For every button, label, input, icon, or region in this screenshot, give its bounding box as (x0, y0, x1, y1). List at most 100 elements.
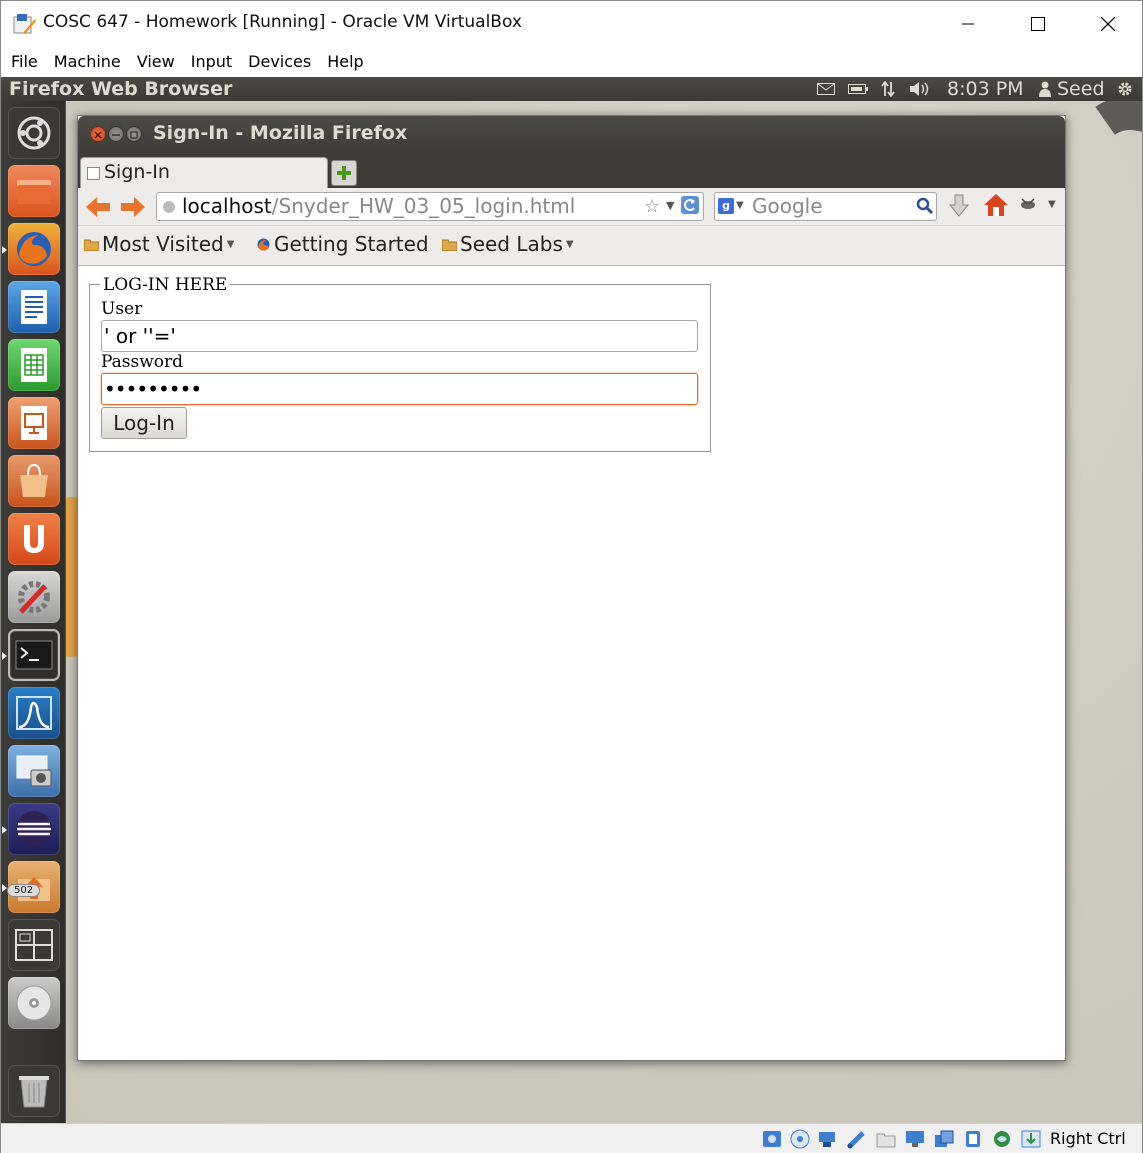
screenshot-icon[interactable] (8, 745, 60, 797)
bookmark-most-visited[interactable]: Most Visited ▼ (84, 232, 234, 256)
user-label: User (101, 299, 143, 319)
download-icon[interactable] (948, 193, 970, 219)
eclipse-icon[interactable] (8, 803, 60, 855)
google-engine-icon[interactable]: g (718, 198, 734, 214)
bookmark-getting-started[interactable]: Getting Started (256, 232, 429, 256)
ff-maximize-button[interactable] (126, 126, 142, 142)
back-button[interactable] (84, 194, 112, 224)
toolbar-overflow-dropdown-icon[interactable]: ▼ (1048, 199, 1056, 210)
search-bar[interactable]: g ▼ Google (714, 192, 937, 221)
menu-help[interactable]: Help (319, 47, 371, 77)
new-tab-button[interactable] (331, 160, 357, 186)
dash-home-icon[interactable] (8, 107, 60, 159)
tab-label: Sign-In (104, 161, 170, 183)
running-indicator (2, 246, 7, 254)
bookmark-label: Most Visited (102, 232, 224, 256)
software-center-icon[interactable] (8, 455, 60, 507)
firefox-window: Sign-In - Mozilla Firefox Sign-In localh… (77, 115, 1066, 1061)
menu-view[interactable]: View (129, 47, 183, 77)
cd-drive-icon[interactable] (8, 977, 60, 1029)
usb-icon[interactable] (846, 1129, 868, 1149)
vt-icon[interactable] (991, 1129, 1013, 1149)
mouse-integration-icon[interactable] (1020, 1129, 1042, 1149)
firefox-favicon-icon (257, 238, 270, 251)
firefox-icon[interactable] (8, 223, 60, 275)
menu-file[interactable]: File (3, 47, 46, 77)
user-input[interactable]: ' or ''=' (101, 320, 698, 352)
minimize-button[interactable] (933, 1, 1003, 47)
search-engine-dropdown-icon[interactable]: ▼ (736, 200, 744, 211)
bookmark-star-icon[interactable]: ☆ (644, 196, 660, 217)
search-placeholder: Google (752, 194, 823, 218)
ubuntu-one-icon[interactable] (8, 513, 60, 565)
running-indicator (2, 652, 7, 660)
bookmark-seed-labs[interactable]: Seed Labs ▼ (442, 232, 574, 256)
window-title: COSC 647 - Homework [Running] - Oracle V… (43, 12, 522, 32)
terminal-icon[interactable] (8, 629, 60, 681)
menu-input[interactable]: Input (183, 47, 240, 77)
active-app-title: Firefox Web Browser (9, 78, 233, 100)
menu-machine[interactable]: Machine (46, 47, 129, 77)
minimize-icon (112, 134, 120, 136)
impress-icon[interactable] (8, 397, 60, 449)
hdd-icon[interactable] (761, 1129, 783, 1149)
battery-icon[interactable] (846, 77, 870, 101)
running-indicator (2, 826, 7, 834)
files-icon[interactable] (8, 165, 60, 217)
calc-icon[interactable] (8, 339, 60, 391)
guest-display[interactable]: Firefox Web Browser 8:03 PM Seed 502 Sig… (1, 77, 1142, 1123)
close-button[interactable] (1073, 1, 1143, 47)
addon-icon[interactable] (1019, 196, 1037, 212)
tab-sign-in[interactable]: Sign-In (80, 157, 328, 188)
display-icon[interactable] (904, 1129, 926, 1149)
network-icon[interactable] (877, 77, 899, 101)
folder-icon (442, 239, 457, 251)
page-favicon-icon (87, 167, 100, 180)
volume-icon[interactable] (907, 77, 933, 101)
firefox-titlebar[interactable]: Sign-In - Mozilla Firefox (78, 116, 1065, 154)
clock[interactable]: 8:03 PM (947, 77, 1024, 101)
site-identity-icon[interactable] (163, 201, 175, 213)
url-bar[interactable]: localhost/Snyder_HW_03_05_login.html ☆ ▼ (156, 192, 704, 221)
virtualbox-status-bar: Right Ctrl (1, 1123, 1142, 1153)
virtualbox-window: COSC 647 - Homework [Running] - Oracle V… (0, 0, 1143, 1153)
optical-icon[interactable] (789, 1129, 811, 1149)
firefox-window-title: Sign-In - Mozilla Firefox (153, 122, 408, 144)
network-adapter-icon[interactable] (817, 1129, 839, 1149)
plus-icon (337, 166, 351, 180)
url-history-dropdown-icon[interactable]: ▼ (666, 199, 674, 212)
window-titlebar[interactable]: COSC 647 - Homework [Running] - Oracle V… (1, 1, 1142, 47)
ff-close-button[interactable] (90, 126, 106, 142)
capture-icon[interactable] (933, 1129, 955, 1149)
launcher: 502 (1, 101, 66, 1123)
menu-devices[interactable]: Devices (240, 47, 319, 77)
home-icon[interactable] (983, 192, 1009, 218)
login-legend: LOG-IN HERE (100, 275, 231, 295)
login-button[interactable]: Log-In (101, 407, 187, 439)
close-icon (94, 131, 102, 139)
wireshark-icon[interactable] (8, 687, 60, 739)
gear-icon[interactable] (1113, 77, 1137, 101)
workspace-switcher-icon[interactable] (8, 919, 60, 971)
password-input[interactable]: ••••••••• (101, 373, 698, 405)
writer-icon[interactable] (8, 281, 60, 333)
minimize-icon (962, 23, 974, 25)
folder-icon (84, 239, 99, 251)
cpu-icon[interactable] (962, 1129, 984, 1149)
mail-icon[interactable] (815, 77, 837, 101)
trash-icon[interactable] (8, 1065, 60, 1117)
search-icon[interactable] (916, 197, 934, 215)
ff-minimize-button[interactable] (108, 126, 124, 142)
user-name[interactable]: Seed (1057, 77, 1105, 101)
forward-button[interactable] (119, 194, 147, 224)
maximize-button[interactable] (1003, 1, 1073, 47)
login-fieldset: LOG-IN HERE User ' or ''=' Password ••••… (89, 275, 711, 452)
host-key-label[interactable]: Right Ctrl (1050, 1129, 1126, 1148)
forward-arrow-icon (121, 197, 145, 217)
system-settings-icon[interactable] (8, 571, 60, 623)
virtualbox-app-icon (13, 14, 36, 34)
ubuntu-top-panel: Firefox Web Browser 8:03 PM Seed (1, 77, 1142, 101)
shared-folder-icon[interactable] (875, 1129, 897, 1149)
reload-icon[interactable] (681, 196, 699, 214)
url-text[interactable]: localhost/Snyder_HW_03_05_login.html (182, 194, 575, 218)
